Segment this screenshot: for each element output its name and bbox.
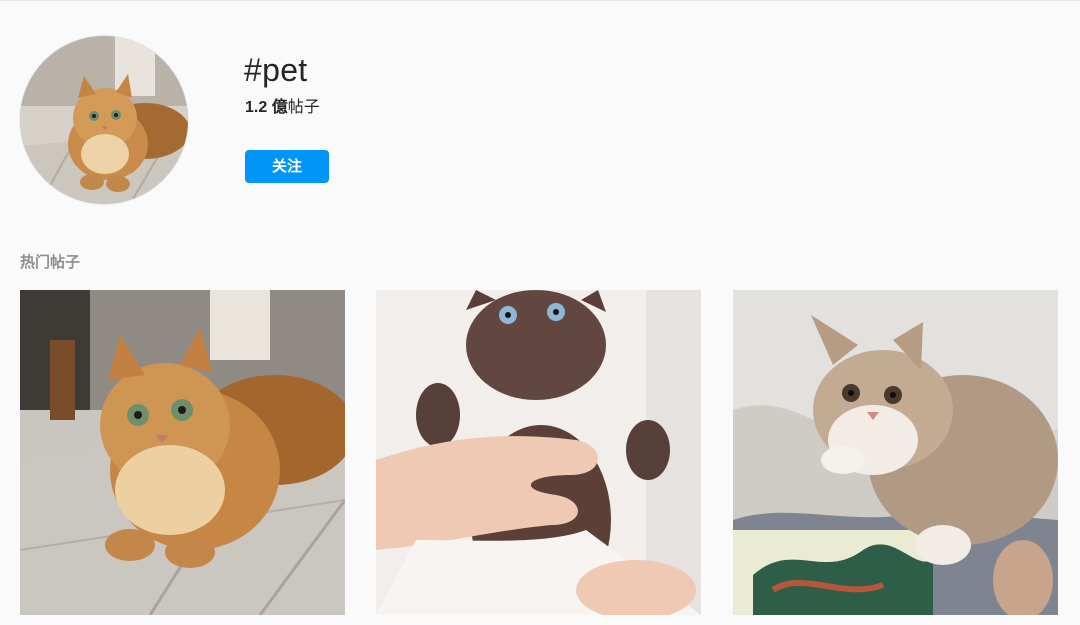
post-count: 1.2 億帖子	[245, 97, 320, 119]
post-image-tabby-kitten	[733, 290, 1058, 615]
top-posts-heading: 热门帖子	[20, 254, 81, 271]
hashtag-title: #pet	[244, 52, 308, 88]
hashtag-avatar	[20, 36, 188, 204]
post-tile[interactable]	[733, 290, 1058, 615]
post-tile[interactable]	[20, 290, 345, 615]
hashtag-header: #pet 1.2 億帖子 关注	[0, 0, 1080, 220]
post-count-unit: 帖子	[287, 99, 320, 116]
post-image-golden-cat	[20, 290, 345, 615]
post-tile[interactable]	[376, 290, 701, 615]
post-image-brown-kitten	[376, 290, 701, 615]
follow-button[interactable]: 关注	[245, 150, 329, 183]
post-count-number: 1.2 億	[245, 99, 288, 116]
